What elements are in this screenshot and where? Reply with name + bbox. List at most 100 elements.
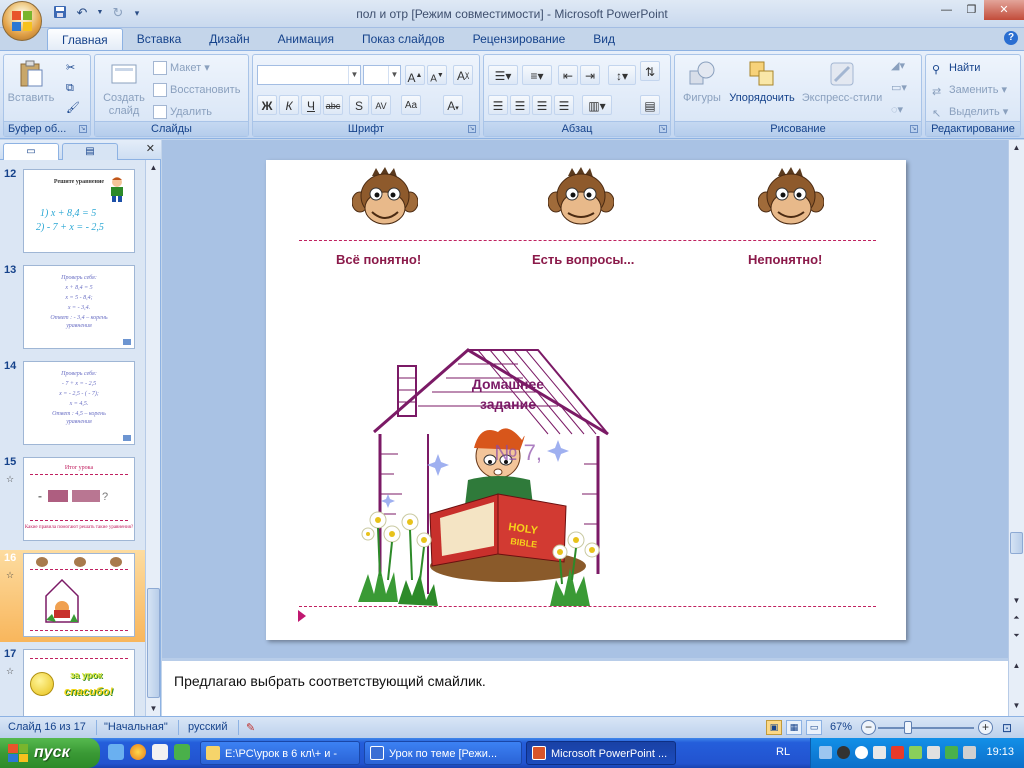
text-direction-icon[interactable]: ⇅	[640, 61, 660, 81]
minimize-button[interactable]: —	[934, 0, 959, 20]
slide-thumbnail-16[interactable]: 16 ☆	[0, 550, 145, 642]
label-all-clear[interactable]: Всё понятно!	[336, 252, 421, 267]
tab-view[interactable]: Вид	[579, 28, 629, 50]
scroll-down-icon[interactable]: ▼	[147, 701, 160, 716]
layout-button[interactable]: Макет ▾	[153, 59, 210, 77]
paste-button[interactable]: Вставить	[6, 59, 56, 105]
replace-button[interactable]: ⇄ Заменить ▾	[932, 81, 1007, 99]
bold-icon[interactable]: Ж	[257, 95, 277, 115]
align-center-icon[interactable]: ☰	[510, 95, 530, 115]
delete-slide-button[interactable]: Удалить	[153, 103, 212, 121]
antivirus-icon[interactable]	[837, 746, 850, 759]
graphics-icon[interactable]	[945, 746, 958, 759]
smartart-icon[interactable]: ▤	[640, 95, 660, 115]
strikethrough-icon[interactable]: abc	[323, 95, 343, 115]
reset-button[interactable]: Восстановить	[153, 81, 240, 99]
scroll-down-icon[interactable]: ▼	[1010, 593, 1023, 608]
launcher-icon[interactable]: ↘	[910, 125, 918, 133]
clear-format-icon[interactable]: Aᵡ	[453, 65, 473, 85]
arrange-button[interactable]: Упорядочить	[725, 59, 799, 105]
font-size-combo[interactable]: ▼	[363, 65, 401, 85]
decrease-indent-icon[interactable]: ⇤	[558, 65, 578, 85]
editor-scrollbar[interactable]: ▲ ▼ ⏶ ⏷	[1008, 140, 1024, 658]
shape-fill-icon[interactable]: ◢▾	[891, 57, 905, 75]
slide-thumbnail-15[interactable]: 15 ☆ Итог урока -? Какие правила помогаю…	[0, 454, 145, 546]
zoom-out-icon[interactable]: −	[861, 720, 876, 735]
scrollbar-thumb[interactable]	[147, 588, 160, 698]
columns-icon[interactable]: ▥▾	[582, 95, 612, 115]
char-spacing-icon[interactable]: AV	[371, 95, 391, 115]
notes-text[interactable]: Предлагаю выбрать соответствующий смайли…	[174, 673, 486, 689]
taskbar-item-explorer[interactable]: E:\PC\урок в 6 кл\+ и -	[200, 741, 360, 765]
media-tray-icon[interactable]	[873, 746, 886, 759]
quick-styles-button[interactable]: Экспресс-стили	[799, 59, 885, 105]
line-spacing-icon[interactable]: ↕▾	[608, 65, 636, 85]
font-color-icon[interactable]: A▾	[443, 95, 463, 115]
tab-slides-view[interactable]: ▭	[3, 143, 59, 160]
volume-icon[interactable]	[927, 746, 940, 759]
slide-sorter-view-icon[interactable]: ▦	[786, 720, 802, 735]
launcher-icon[interactable]: ↘	[659, 125, 667, 133]
tab-outline-view[interactable]: ▤	[62, 143, 118, 160]
tab-insert[interactable]: Вставка	[123, 28, 196, 50]
launcher-icon[interactable]: ↘	[79, 125, 87, 133]
media-icon[interactable]	[152, 744, 168, 760]
language-indicator[interactable]: русский	[188, 721, 227, 733]
tab-design[interactable]: Дизайн	[195, 28, 263, 50]
taskbar-item-powerpoint[interactable]: Microsoft PowerPoint ...	[526, 741, 676, 765]
zoom-slider-thumb[interactable]	[904, 721, 912, 734]
tab-review[interactable]: Рецензирование	[459, 28, 580, 50]
scroll-up-icon[interactable]: ▲	[1010, 658, 1023, 673]
restore-button[interactable]: ❐	[959, 0, 984, 20]
slide-canvas[interactable]: Всё понятно! Есть вопросы... Непонятно!	[266, 160, 906, 640]
monkey-face-happy-image[interactable]	[352, 166, 418, 232]
normal-view-icon[interactable]: ▣	[766, 720, 782, 735]
notes-pane[interactable]: Предлагаю выбрать соответствующий смайли…	[162, 658, 1008, 716]
align-left-icon[interactable]: ☰	[488, 95, 508, 115]
scrollbar-thumb[interactable]	[1010, 532, 1023, 554]
close-button[interactable]: ✕	[984, 0, 1024, 20]
select-button[interactable]: ↖ Выделить ▾	[932, 103, 1008, 121]
safely-remove-icon[interactable]	[909, 746, 922, 759]
tab-home[interactable]: Главная	[47, 28, 123, 50]
shrink-font-icon[interactable]: A▼	[427, 65, 447, 85]
start-button[interactable]: пуск	[0, 738, 100, 768]
monkey-face-questions-image[interactable]	[548, 166, 614, 232]
close-icon[interactable]: ✕	[146, 142, 155, 155]
scroll-up-icon[interactable]: ▲	[147, 160, 160, 175]
shape-effects-icon[interactable]: ◌▾	[891, 101, 903, 119]
slide-thumbnail-17[interactable]: 17 ☆ за урок спасибо!	[0, 646, 145, 716]
launcher-icon[interactable]: ↘	[468, 125, 476, 133]
cut-icon[interactable]: ✂	[66, 59, 75, 77]
network-icon[interactable]	[819, 746, 832, 759]
slideshow-view-icon[interactable]: ▭	[806, 720, 822, 735]
desktop-icon[interactable]	[108, 744, 124, 760]
underline-icon[interactable]: Ч	[301, 95, 321, 115]
tab-animation[interactable]: Анимация	[264, 28, 348, 50]
align-right-icon[interactable]: ☰	[532, 95, 552, 115]
slide-thumbnail-12[interactable]: 12 Решите уравнение 1) x + 8,4 = 5 2) - …	[0, 166, 145, 258]
taskbar-item-word[interactable]: Урок по теме [Режи...	[364, 741, 522, 765]
font-name-combo[interactable]: ▼	[257, 65, 361, 85]
increase-indent-icon[interactable]: ⇥	[580, 65, 600, 85]
numbering-icon[interactable]: ≡▾	[522, 65, 552, 85]
monkey-face-unclear-image[interactable]	[758, 166, 824, 232]
bullets-icon[interactable]: ☰▾	[488, 65, 518, 85]
tab-slideshow[interactable]: Показ слайдов	[348, 28, 459, 50]
app-icon[interactable]	[174, 744, 190, 760]
fit-to-window-icon[interactable]: ⊡	[1002, 721, 1012, 735]
zoom-slider[interactable]	[878, 727, 974, 729]
label-unclear[interactable]: Непонятно!	[748, 252, 822, 267]
scroll-up-icon[interactable]: ▲	[1010, 140, 1023, 155]
bluetooth-icon[interactable]	[855, 746, 868, 759]
sound-icon[interactable]	[963, 746, 976, 759]
change-case-icon[interactable]: Aa	[401, 95, 421, 115]
find-button[interactable]: ⚲ Найти	[932, 59, 980, 77]
notes-scrollbar[interactable]: ▲ ▼	[1008, 658, 1024, 716]
grow-font-icon[interactable]: A▲	[405, 65, 425, 85]
office-button[interactable]	[2, 1, 42, 41]
label-have-questions[interactable]: Есть вопросы...	[532, 252, 634, 267]
previous-slide-icon[interactable]: ⏶	[1010, 610, 1023, 625]
spellcheck-icon[interactable]: ✎	[246, 721, 255, 734]
italic-icon[interactable]: К	[279, 95, 299, 115]
